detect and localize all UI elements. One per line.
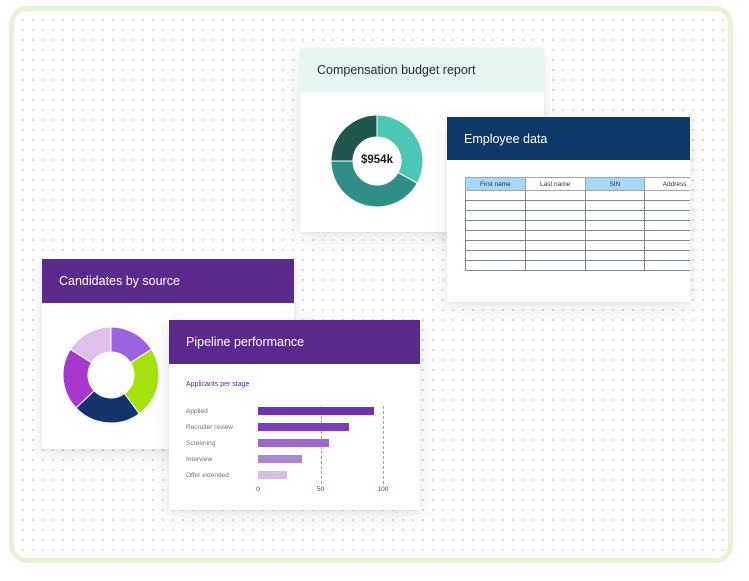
table-cell — [524, 250, 586, 261]
table-cell — [584, 250, 646, 261]
pipeline-performance-card[interactable]: Pipeline performance Applicants per stag… — [169, 320, 420, 510]
stage-bar — [258, 423, 350, 431]
table-cell — [644, 210, 690, 221]
table-cell — [644, 220, 690, 231]
table-cell — [465, 260, 526, 271]
table-row — [465, 260, 690, 271]
pipeline-chart-title: Applicants per stage — [186, 381, 250, 388]
chart-gridline — [383, 406, 384, 484]
table-cell — [584, 190, 646, 201]
stage-label: Recruiter review — [186, 423, 233, 431]
table-cell — [524, 230, 586, 241]
stage-label: Offer extended — [186, 471, 229, 479]
employee-table-header: Last name — [524, 177, 586, 191]
candidates-card-title: Candidates by source — [42, 259, 294, 303]
employee-card-title: Employee data — [447, 117, 690, 160]
stage-bar — [258, 455, 302, 463]
table-cell — [584, 220, 646, 231]
employee-table: First name Last name SIN Address — [465, 177, 690, 273]
table-cell — [644, 250, 690, 261]
table-cell — [584, 210, 646, 221]
table-cell — [524, 200, 586, 211]
pipeline-card-title: Pipeline performance — [169, 320, 420, 364]
stage-label: Applied — [186, 407, 208, 415]
table-cell — [465, 220, 526, 231]
employee-table-header: SIN — [584, 177, 646, 191]
table-cell — [524, 190, 586, 201]
table-row — [465, 200, 690, 211]
compensation-total-label: $954k — [361, 154, 393, 166]
stage-bar — [258, 439, 330, 447]
table-cell — [644, 230, 690, 241]
table-cell — [524, 220, 586, 231]
employee-table-header: First name — [465, 177, 526, 191]
table-cell — [644, 240, 690, 251]
table-row — [465, 240, 690, 251]
table-row — [465, 230, 690, 241]
candidates-donut-chart — [62, 326, 160, 424]
table-row — [465, 210, 690, 221]
table-cell — [524, 210, 586, 221]
table-cell — [584, 230, 646, 241]
table-row — [465, 250, 690, 261]
table-cell — [644, 260, 690, 271]
table-cell — [465, 240, 526, 251]
employee-table-header: Address — [644, 177, 690, 191]
table-cell — [465, 250, 526, 261]
table-row — [465, 220, 690, 231]
table-cell — [465, 230, 526, 241]
stage-label: Screening — [186, 439, 216, 447]
table-cell — [465, 200, 526, 211]
x-tick-label: 50 — [316, 486, 325, 493]
stage-bar — [258, 407, 375, 415]
table-cell — [524, 240, 586, 251]
employee-data-card[interactable]: Employee data First name Last name SIN Addr… — [447, 117, 690, 302]
x-tick-label: 100 — [377, 486, 389, 493]
table-cell — [524, 260, 586, 271]
compensation-card-title: Compensation budget report — [300, 48, 544, 92]
stage-bar — [258, 471, 287, 479]
table-cell — [465, 190, 526, 201]
table-cell — [465, 210, 526, 221]
table-row — [465, 190, 690, 201]
stage-label: Interview — [186, 455, 213, 463]
table-cell — [584, 240, 646, 251]
x-tick-label: 0 — [256, 486, 260, 493]
table-cell — [584, 260, 646, 271]
table-cell — [644, 190, 690, 201]
compensation-donut-segment — [376, 115, 423, 184]
table-cell — [644, 200, 690, 211]
table-cell — [584, 200, 646, 211]
